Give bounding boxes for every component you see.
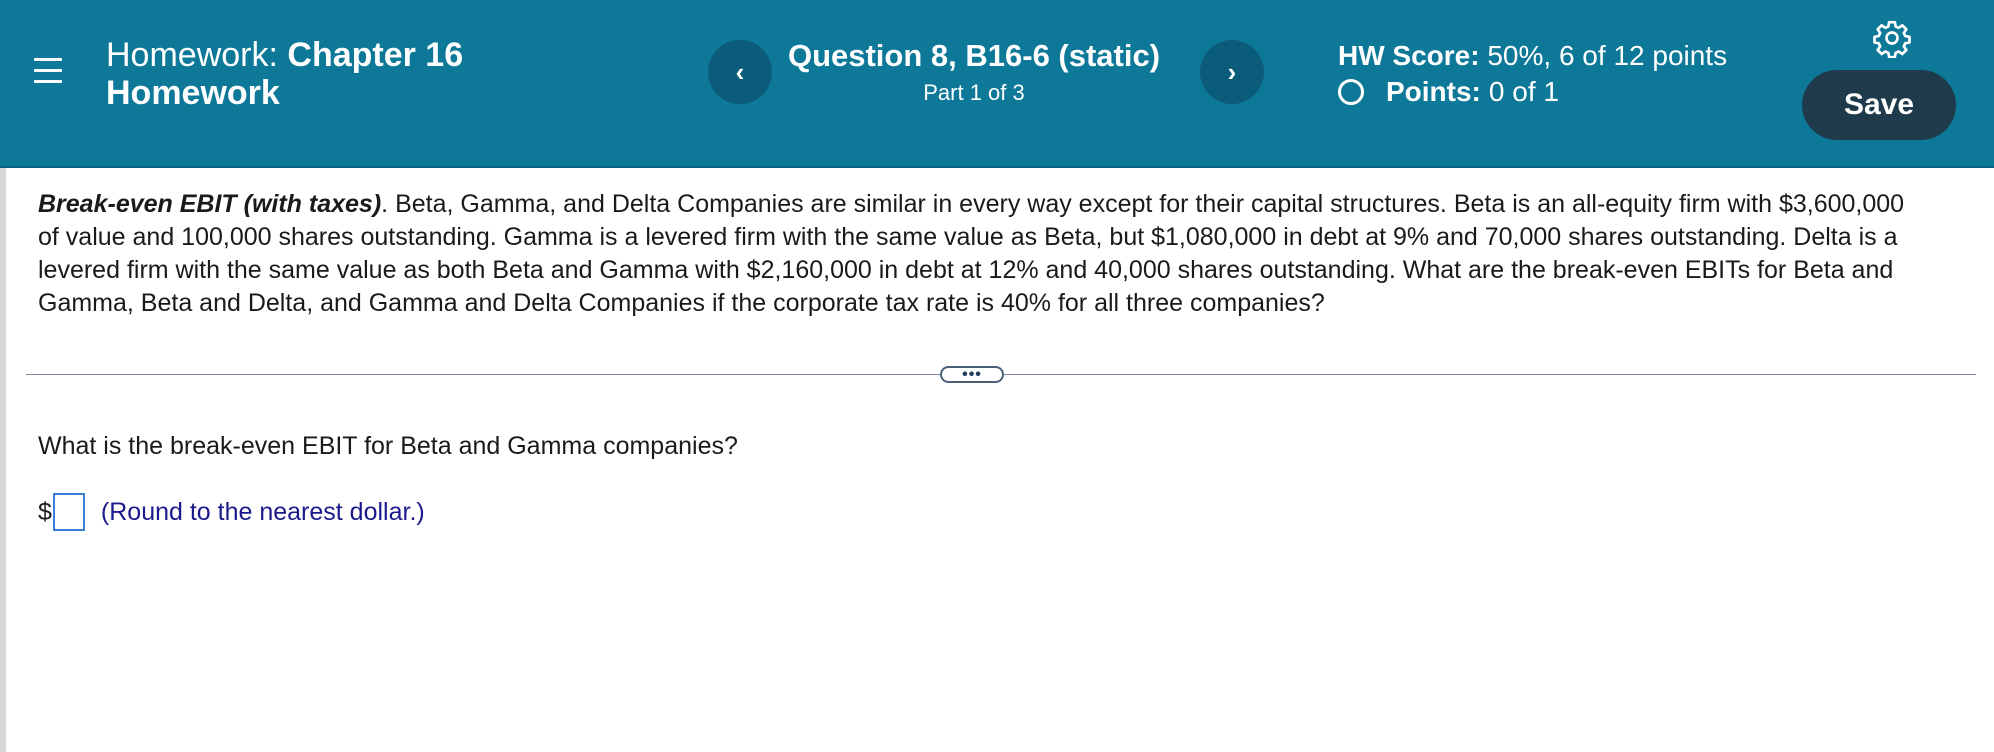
answer-input[interactable]	[52, 493, 85, 531]
homework-title-line2: Homework	[106, 74, 280, 112]
homework-prefix: Homework:	[106, 36, 278, 74]
points-label: Points:	[1386, 76, 1481, 107]
save-button[interactable]: Save	[1802, 70, 1956, 140]
next-question-button[interactable]: ›	[1200, 40, 1264, 104]
menu-icon[interactable]	[34, 58, 62, 84]
sub-question-text: What is the break-even EBIT for Beta and…	[38, 432, 738, 460]
question-title: Question 8, B16-6 (static)	[787, 38, 1161, 73]
problem-statement: Break-even EBIT (with taxes). Beta, Gamm…	[38, 188, 1918, 320]
currency-symbol: $	[38, 497, 52, 526]
homework-title-line1: Chapter 16	[287, 36, 464, 74]
chevron-left-icon: ‹	[735, 56, 745, 87]
points-value: 0 of 1	[1488, 76, 1559, 107]
homework-title: Homework: Chapter 16 Homework	[106, 36, 463, 112]
rounding-hint: (Round to the nearest dollar.)	[100, 497, 425, 526]
answer-row: $ (Round to the nearest dollar.)	[38, 493, 425, 531]
chevron-right-icon: ›	[1227, 56, 1237, 87]
hw-score-label: HW Score:	[1338, 40, 1480, 71]
problem-lead: Break-even EBIT (with taxes)	[38, 190, 382, 218]
gear-icon[interactable]	[1872, 18, 1912, 59]
points: Points: 0 of 1	[1338, 76, 1559, 108]
question-part: Part 1 of 3	[923, 80, 1025, 105]
hw-score: HW Score: 50%, 6 of 12 points	[1338, 40, 1727, 72]
hw-score-value: 50%, 6 of 12 points	[1487, 40, 1728, 71]
radio-circle-icon	[1338, 79, 1364, 105]
expand-button[interactable]: •••	[940, 366, 1004, 383]
header-bar: Homework: Chapter 16 Homework ‹ Question…	[0, 0, 1994, 168]
